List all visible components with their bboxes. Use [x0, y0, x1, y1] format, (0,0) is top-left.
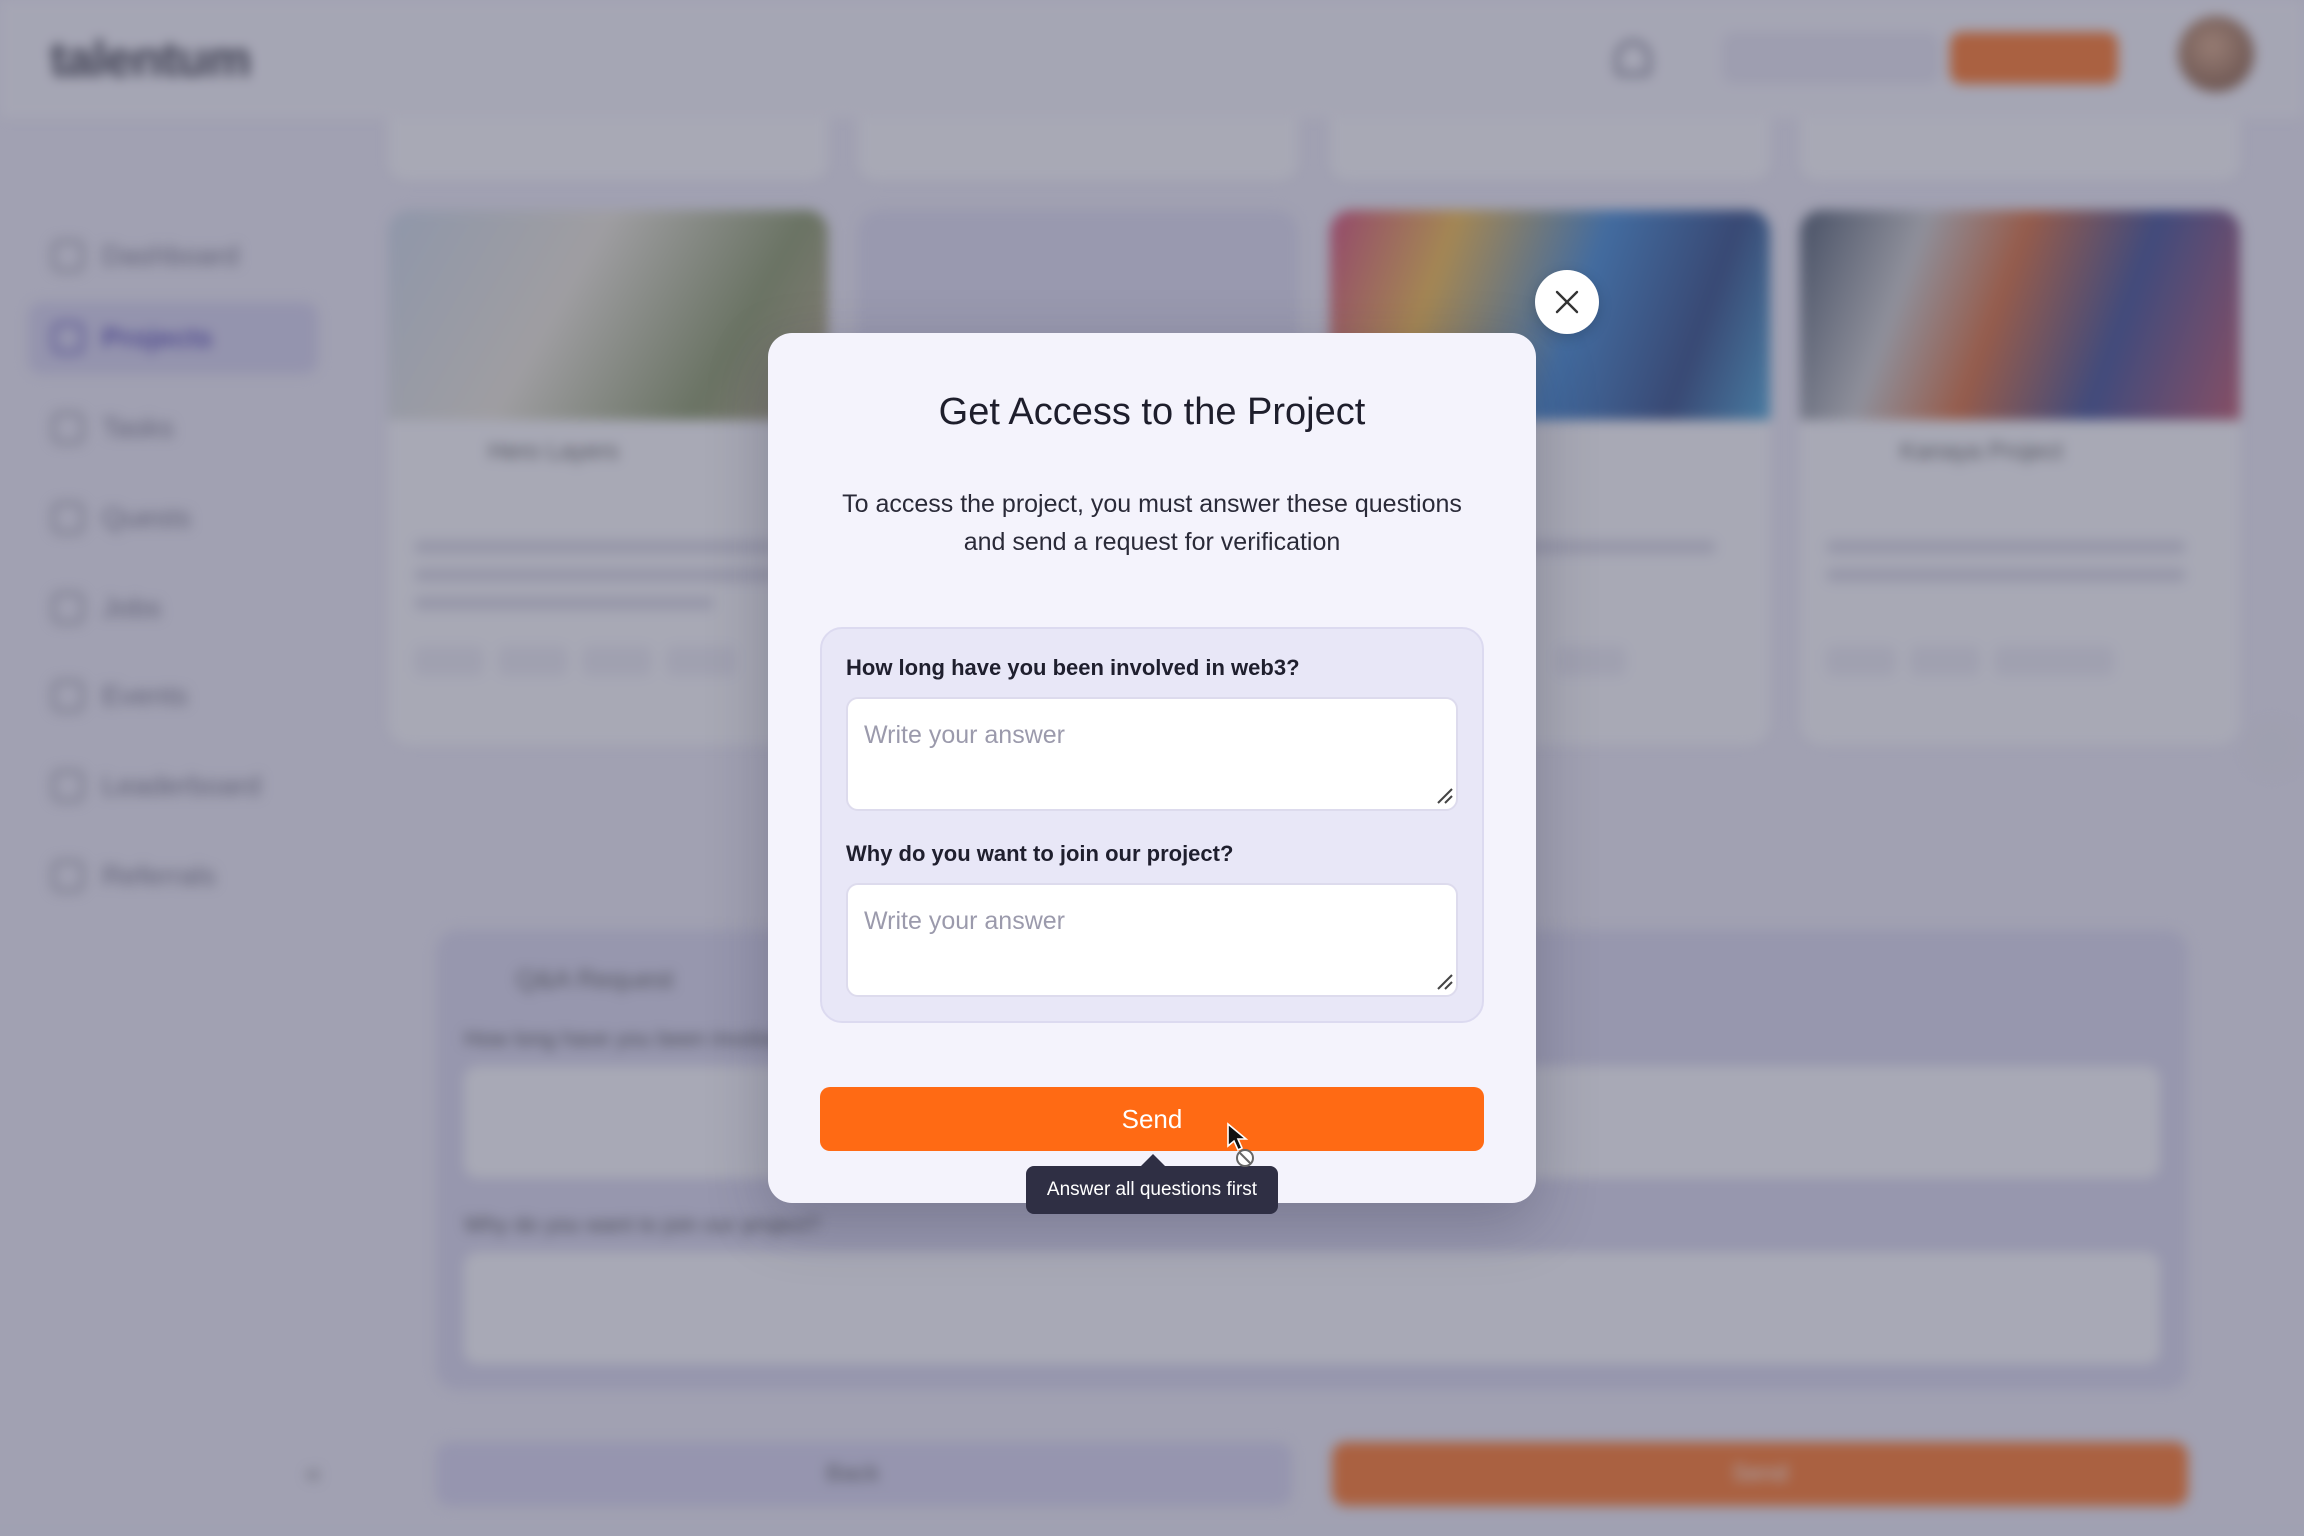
cursor-not-allowed-icon: [1227, 1122, 1254, 1167]
modal-title: Get Access to the Project: [938, 391, 1366, 433]
answer-input-1[interactable]: [846, 697, 1458, 811]
send-tooltip: Answer all questions first: [1026, 1166, 1278, 1214]
question-label-2: Why do you want to join our project?: [846, 841, 1234, 866]
resize-grip-icon[interactable]: [1436, 787, 1454, 805]
question-label-1: How long have you been involved in web3?: [846, 655, 1300, 680]
close-button[interactable]: [1535, 270, 1599, 334]
resize-grip-icon[interactable]: [1436, 973, 1454, 991]
modal-description: To access the project, you must answer t…: [842, 490, 1462, 556]
answer-input-2[interactable]: [846, 883, 1458, 997]
close-icon: [1555, 290, 1579, 314]
tooltip-arrow: [1141, 1154, 1165, 1166]
access-modal: Get Access to the Project To access the …: [768, 333, 1536, 1203]
questions-panel: How long have you been involved in web3?…: [820, 627, 1484, 1023]
send-button[interactable]: Send: [820, 1087, 1484, 1151]
